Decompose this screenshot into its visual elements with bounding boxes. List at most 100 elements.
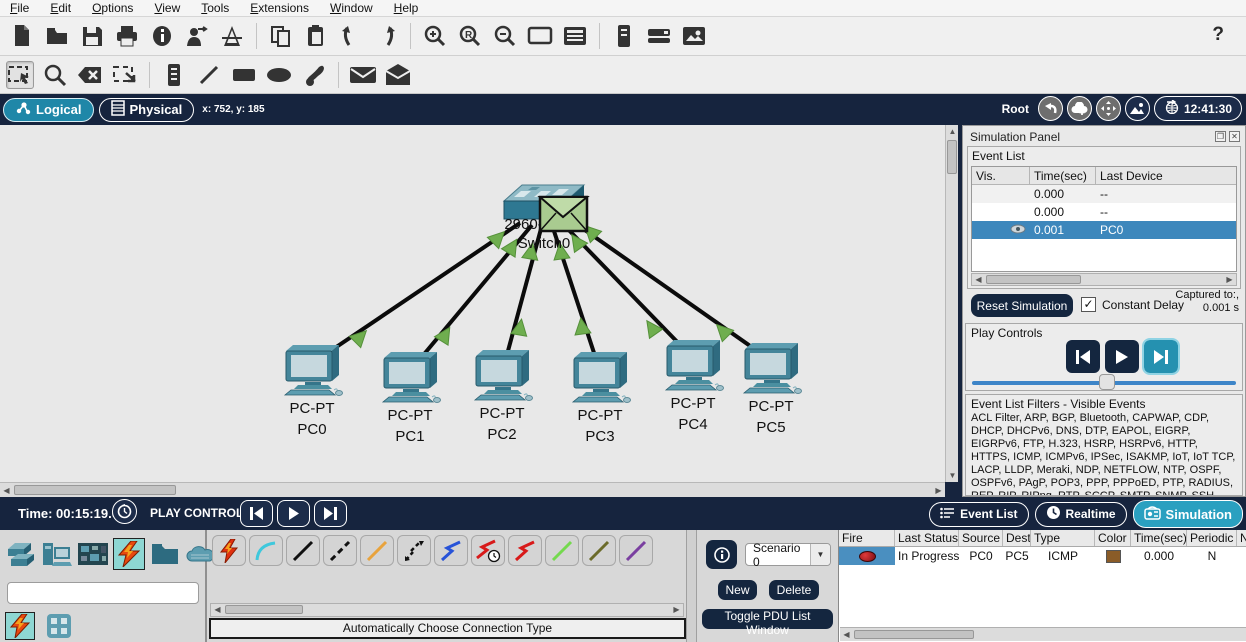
pdu-list-scrollbar[interactable]: ◀ bbox=[840, 627, 1246, 641]
drawing-compass-icon[interactable] bbox=[218, 22, 246, 50]
add-simple-pdu-icon[interactable] bbox=[349, 61, 377, 89]
menu-window[interactable]: Window bbox=[330, 1, 373, 15]
usb-cable-button[interactable] bbox=[619, 535, 653, 566]
pc4-device[interactable] bbox=[665, 339, 724, 391]
scroll-down-icon[interactable]: ▼ bbox=[946, 469, 959, 482]
back-button[interactable] bbox=[240, 500, 273, 527]
tab-physical[interactable]: Physical bbox=[98, 97, 195, 122]
back-navigation-icon[interactable] bbox=[1037, 96, 1063, 121]
event-list-table[interactable]: Vis. Time(sec) Last Device 0.000 -- 0.00… bbox=[971, 166, 1237, 272]
menu-file[interactable]: File bbox=[10, 1, 29, 15]
draw-ellipse-tool-icon[interactable] bbox=[265, 61, 293, 89]
place-note-tool-icon[interactable] bbox=[160, 61, 188, 89]
inspect-tool-icon[interactable] bbox=[41, 61, 69, 89]
connections-scrollbar[interactable]: ◀ ▶ bbox=[210, 603, 684, 617]
scroll-left-icon[interactable]: ◀ bbox=[972, 274, 985, 286]
scenario-info-button[interactable] bbox=[706, 540, 737, 569]
pdu-envelope-icon[interactable] bbox=[537, 195, 590, 233]
delete-scenario-button[interactable]: Delete bbox=[769, 580, 819, 600]
event-row-selected[interactable]: 0.001 PC0 bbox=[972, 221, 1236, 239]
dropdown-arrow-icon[interactable]: ▼ bbox=[810, 544, 830, 565]
octal-cable-button[interactable] bbox=[545, 535, 579, 566]
scroll-left-icon[interactable]: ◀ bbox=[840, 628, 853, 641]
fire-pdu-cell[interactable] bbox=[839, 547, 895, 565]
drawing-palette-icon[interactable] bbox=[526, 22, 554, 50]
select-tool-icon[interactable] bbox=[6, 60, 34, 89]
resize-shape-tool-icon[interactable] bbox=[111, 61, 139, 89]
snapshot-image-icon[interactable] bbox=[680, 22, 708, 50]
zoom-in-icon[interactable] bbox=[421, 22, 449, 50]
scroll-right-icon[interactable]: ▶ bbox=[932, 483, 945, 498]
coaxial-cable-button[interactable] bbox=[434, 535, 468, 566]
serial-dce-cable-button[interactable] bbox=[471, 535, 505, 566]
scroll-up-icon[interactable]: ▲ bbox=[946, 125, 959, 138]
end-devices-category[interactable] bbox=[41, 538, 73, 570]
simulation-mode-button[interactable]: Simulation bbox=[1132, 500, 1243, 528]
play-button[interactable] bbox=[1105, 340, 1139, 373]
paste-icon[interactable] bbox=[302, 22, 330, 50]
step-forward-button[interactable] bbox=[1142, 338, 1180, 375]
tab-logical[interactable]: Logical bbox=[3, 97, 94, 122]
zoom-out-icon[interactable] bbox=[491, 22, 519, 50]
event-list-toggle-button[interactable]: Event List bbox=[929, 501, 1029, 527]
undo-icon[interactable] bbox=[337, 22, 365, 50]
save-icon[interactable] bbox=[78, 22, 106, 50]
notes-icon[interactable] bbox=[610, 22, 638, 50]
help-icon[interactable]: ? bbox=[1212, 24, 1224, 46]
menu-extensions[interactable]: Extensions bbox=[250, 1, 309, 15]
float-panel-icon[interactable]: ❐ bbox=[1215, 131, 1226, 142]
pc5-device[interactable] bbox=[743, 342, 802, 394]
scenario-dropdown[interactable]: Scenario 0 ▼ bbox=[745, 541, 831, 569]
zoom-reset-icon[interactable]: R bbox=[456, 22, 484, 50]
network-devices-category[interactable] bbox=[5, 538, 37, 570]
console-device-icon[interactable] bbox=[645, 22, 673, 50]
open-file-icon[interactable] bbox=[43, 22, 71, 50]
event-row[interactable]: 0.000 -- bbox=[972, 185, 1236, 203]
viewport-clock[interactable]: 12:41:30 bbox=[1153, 96, 1242, 121]
constant-delay-checkbox[interactable]: ✓ bbox=[1081, 297, 1096, 312]
palette-vertical-scrollbar[interactable] bbox=[686, 530, 697, 642]
miscellaneous-category[interactable] bbox=[149, 538, 181, 570]
device-filter-input[interactable] bbox=[7, 582, 199, 604]
draw-freeform-tool-icon[interactable] bbox=[300, 61, 328, 89]
delete-tool-icon[interactable] bbox=[76, 61, 104, 89]
fire-indicator-icon[interactable] bbox=[858, 550, 876, 562]
draw-line-tool-icon[interactable] bbox=[195, 61, 223, 89]
copy-icon[interactable] bbox=[267, 22, 295, 50]
fiber-cable-button[interactable] bbox=[360, 535, 394, 566]
phone-cable-button[interactable] bbox=[397, 535, 431, 566]
activity-wizard-icon[interactable] bbox=[183, 22, 211, 50]
menu-options[interactable]: Options bbox=[92, 1, 133, 15]
scroll-right-icon[interactable]: ▶ bbox=[670, 604, 683, 616]
add-complex-pdu-icon[interactable] bbox=[384, 61, 412, 89]
logical-workspace-canvas[interactable]: 2960-24TT Switch0 PC-PTPC0 PC-PTPC1 PC-P… bbox=[0, 125, 945, 482]
realtime-mode-button[interactable]: Realtime bbox=[1034, 501, 1127, 527]
event-row[interactable]: 0.000 -- bbox=[972, 203, 1236, 221]
new-scenario-button[interactable]: New bbox=[718, 580, 757, 600]
copper-crossover-cable-button[interactable] bbox=[323, 535, 357, 566]
pdu-row[interactable]: In Progress PC0 PC5 ICMP 0.000 N bbox=[839, 547, 1246, 565]
toggle-pdu-list-button[interactable]: Toggle PDU List Window bbox=[702, 609, 833, 637]
custom-devices-icon[interactable] bbox=[561, 22, 589, 50]
power-cycle-clock-icon[interactable] bbox=[112, 499, 137, 524]
event-list-scrollbar[interactable]: ◀ ▶ bbox=[971, 273, 1237, 286]
canvas-vertical-scrollbar[interactable]: ▲ ▼ bbox=[945, 125, 958, 482]
menu-view[interactable]: View bbox=[154, 1, 180, 15]
menu-edit[interactable]: Edit bbox=[50, 1, 71, 15]
connections-subcategory[interactable] bbox=[5, 612, 35, 640]
scroll-right-icon[interactable]: ▶ bbox=[1223, 274, 1236, 286]
print-icon[interactable] bbox=[113, 22, 141, 50]
pc3-device[interactable] bbox=[572, 351, 631, 403]
reset-simulation-button[interactable]: Reset Simulation bbox=[971, 294, 1073, 317]
slider-thumb[interactable] bbox=[1099, 374, 1115, 390]
close-panel-icon[interactable]: ✕ bbox=[1229, 131, 1240, 142]
pc1-device[interactable] bbox=[382, 351, 441, 403]
copper-straight-cable-button[interactable] bbox=[286, 535, 320, 566]
scroll-left-icon[interactable]: ◀ bbox=[0, 483, 13, 498]
scroll-left-icon[interactable]: ◀ bbox=[211, 604, 224, 616]
move-object-icon[interactable] bbox=[1095, 96, 1121, 121]
connections-category[interactable] bbox=[113, 538, 145, 570]
draw-rectangle-tool-icon[interactable] bbox=[230, 61, 258, 89]
pc2-device[interactable] bbox=[474, 349, 533, 401]
menu-tools[interactable]: Tools bbox=[201, 1, 229, 15]
